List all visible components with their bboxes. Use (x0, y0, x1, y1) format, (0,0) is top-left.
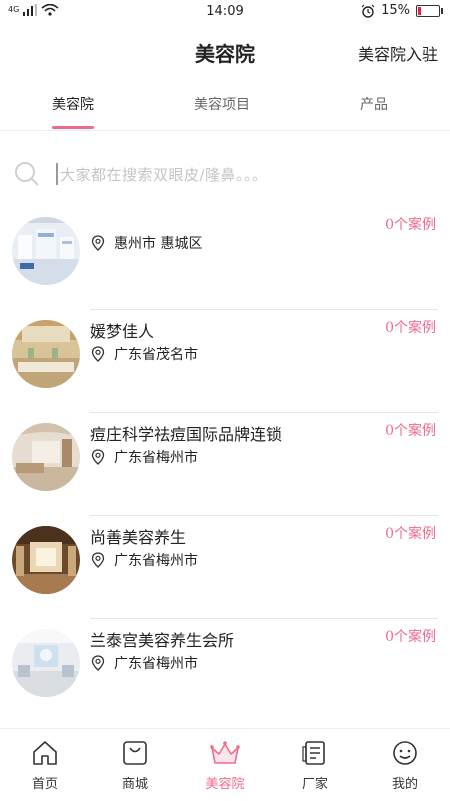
salon-location-text: 惠州市 惠城区 (114, 236, 203, 252)
case-count[interactable]: 0个案例 (385, 420, 436, 440)
alarm-clock-icon (361, 4, 375, 18)
location-pin-icon (91, 655, 105, 671)
case-count[interactable]: 0个案例 (385, 626, 436, 646)
battery-icon (416, 4, 443, 17)
list-item[interactable]: 尚善美容养生 广东省梅州市 0个案例 (0, 516, 450, 619)
location-pin-icon (91, 235, 105, 251)
salon-thumbnail (12, 629, 80, 697)
bottom-nav: 首页 商城 美容院 厂家 我的 (0, 728, 450, 801)
salon-thumbnail (12, 526, 80, 594)
salon-thumbnail (12, 320, 80, 388)
location-pin-icon (91, 552, 105, 568)
list-item[interactable]: 兰泰宫美容养生会所 广东省梅州市 0个案例 (0, 619, 450, 722)
tab-beauty-projects[interactable]: 美容项目 (194, 94, 250, 114)
salon-list: 惠州市 惠城区 0个案例 媛梦佳人 广东省茂名市 0个案例 痘庄科学祛痘国际品牌… (0, 207, 450, 722)
text-cursor (56, 163, 58, 185)
nav-label: 商城 (121, 777, 148, 792)
salon-name: 媛梦佳人 (90, 322, 155, 341)
salon-location: 广东省茂名市 (90, 344, 198, 364)
profile-smile-icon (393, 741, 417, 765)
crown-icon (210, 741, 240, 764)
title-bar: 美容院 美容院入驻 (0, 28, 450, 74)
shopping-bag-icon (123, 741, 147, 765)
search-icon (15, 162, 39, 186)
salon-name: 痘庄科学祛痘国际品牌连锁 (90, 425, 283, 444)
status-bar: 4G 14:09 15% (0, 0, 450, 24)
nav-label: 首页 (31, 777, 58, 792)
salon-location-text: 广东省梅州市 (114, 553, 198, 569)
category-tabs: 美容院 美容项目 产品 (0, 86, 450, 131)
nav-factory[interactable]: 厂家 (270, 729, 360, 801)
salon-thumbnail (12, 217, 80, 285)
search-bar[interactable]: 大家都在搜索双眼皮/隆鼻。。。 (14, 152, 436, 196)
nav-label: 厂家 (301, 777, 328, 792)
case-count[interactable]: 0个案例 (385, 214, 436, 234)
list-item[interactable]: 痘庄科学祛痘国际品牌连锁 广东省梅州市 0个案例 (0, 413, 450, 516)
salon-thumbnail (12, 423, 80, 491)
nav-label: 美容院 (205, 777, 245, 792)
battery-percent: 15% (381, 3, 410, 18)
salon-name: 兰泰宫美容养生会所 (90, 631, 235, 650)
search-placeholder[interactable]: 大家都在搜索双眼皮/隆鼻。。。 (60, 164, 268, 185)
salon-location-text: 广东省梅州市 (114, 450, 198, 466)
case-count[interactable]: 0个案例 (385, 523, 436, 543)
nav-mall[interactable]: 商城 (90, 729, 180, 801)
salon-location: 广东省梅州市 (90, 550, 198, 570)
case-count[interactable]: 0个案例 (385, 317, 436, 337)
battery-fill (418, 6, 421, 15)
salon-location-text: 广东省梅州市 (114, 656, 198, 672)
factory-icon (302, 741, 325, 765)
list-item[interactable]: 媛梦佳人 广东省茂名市 0个案例 (0, 310, 450, 413)
salon-location: 广东省梅州市 (90, 653, 198, 673)
salon-join-button[interactable]: 美容院入驻 (358, 41, 438, 65)
home-icon (33, 741, 57, 765)
salon-name: 尚善美容养生 (90, 528, 187, 547)
nav-mine[interactable]: 我的 (360, 729, 450, 801)
nav-home[interactable]: 首页 (0, 729, 90, 801)
salon-location: 广东省梅州市 (90, 447, 198, 467)
salon-location: 惠州市 惠城区 (90, 233, 202, 253)
tab-salons[interactable]: 美容院 (52, 94, 94, 129)
nav-label: 我的 (391, 777, 418, 792)
salon-location-text: 广东省茂名市 (114, 347, 198, 363)
status-right: 15% (361, 3, 443, 18)
location-pin-icon (91, 346, 105, 362)
tab-products[interactable]: 产品 (360, 94, 388, 114)
location-pin-icon (91, 449, 105, 465)
list-item[interactable]: 惠州市 惠城区 0个案例 (0, 207, 450, 310)
nav-salons[interactable]: 美容院 (180, 729, 270, 801)
